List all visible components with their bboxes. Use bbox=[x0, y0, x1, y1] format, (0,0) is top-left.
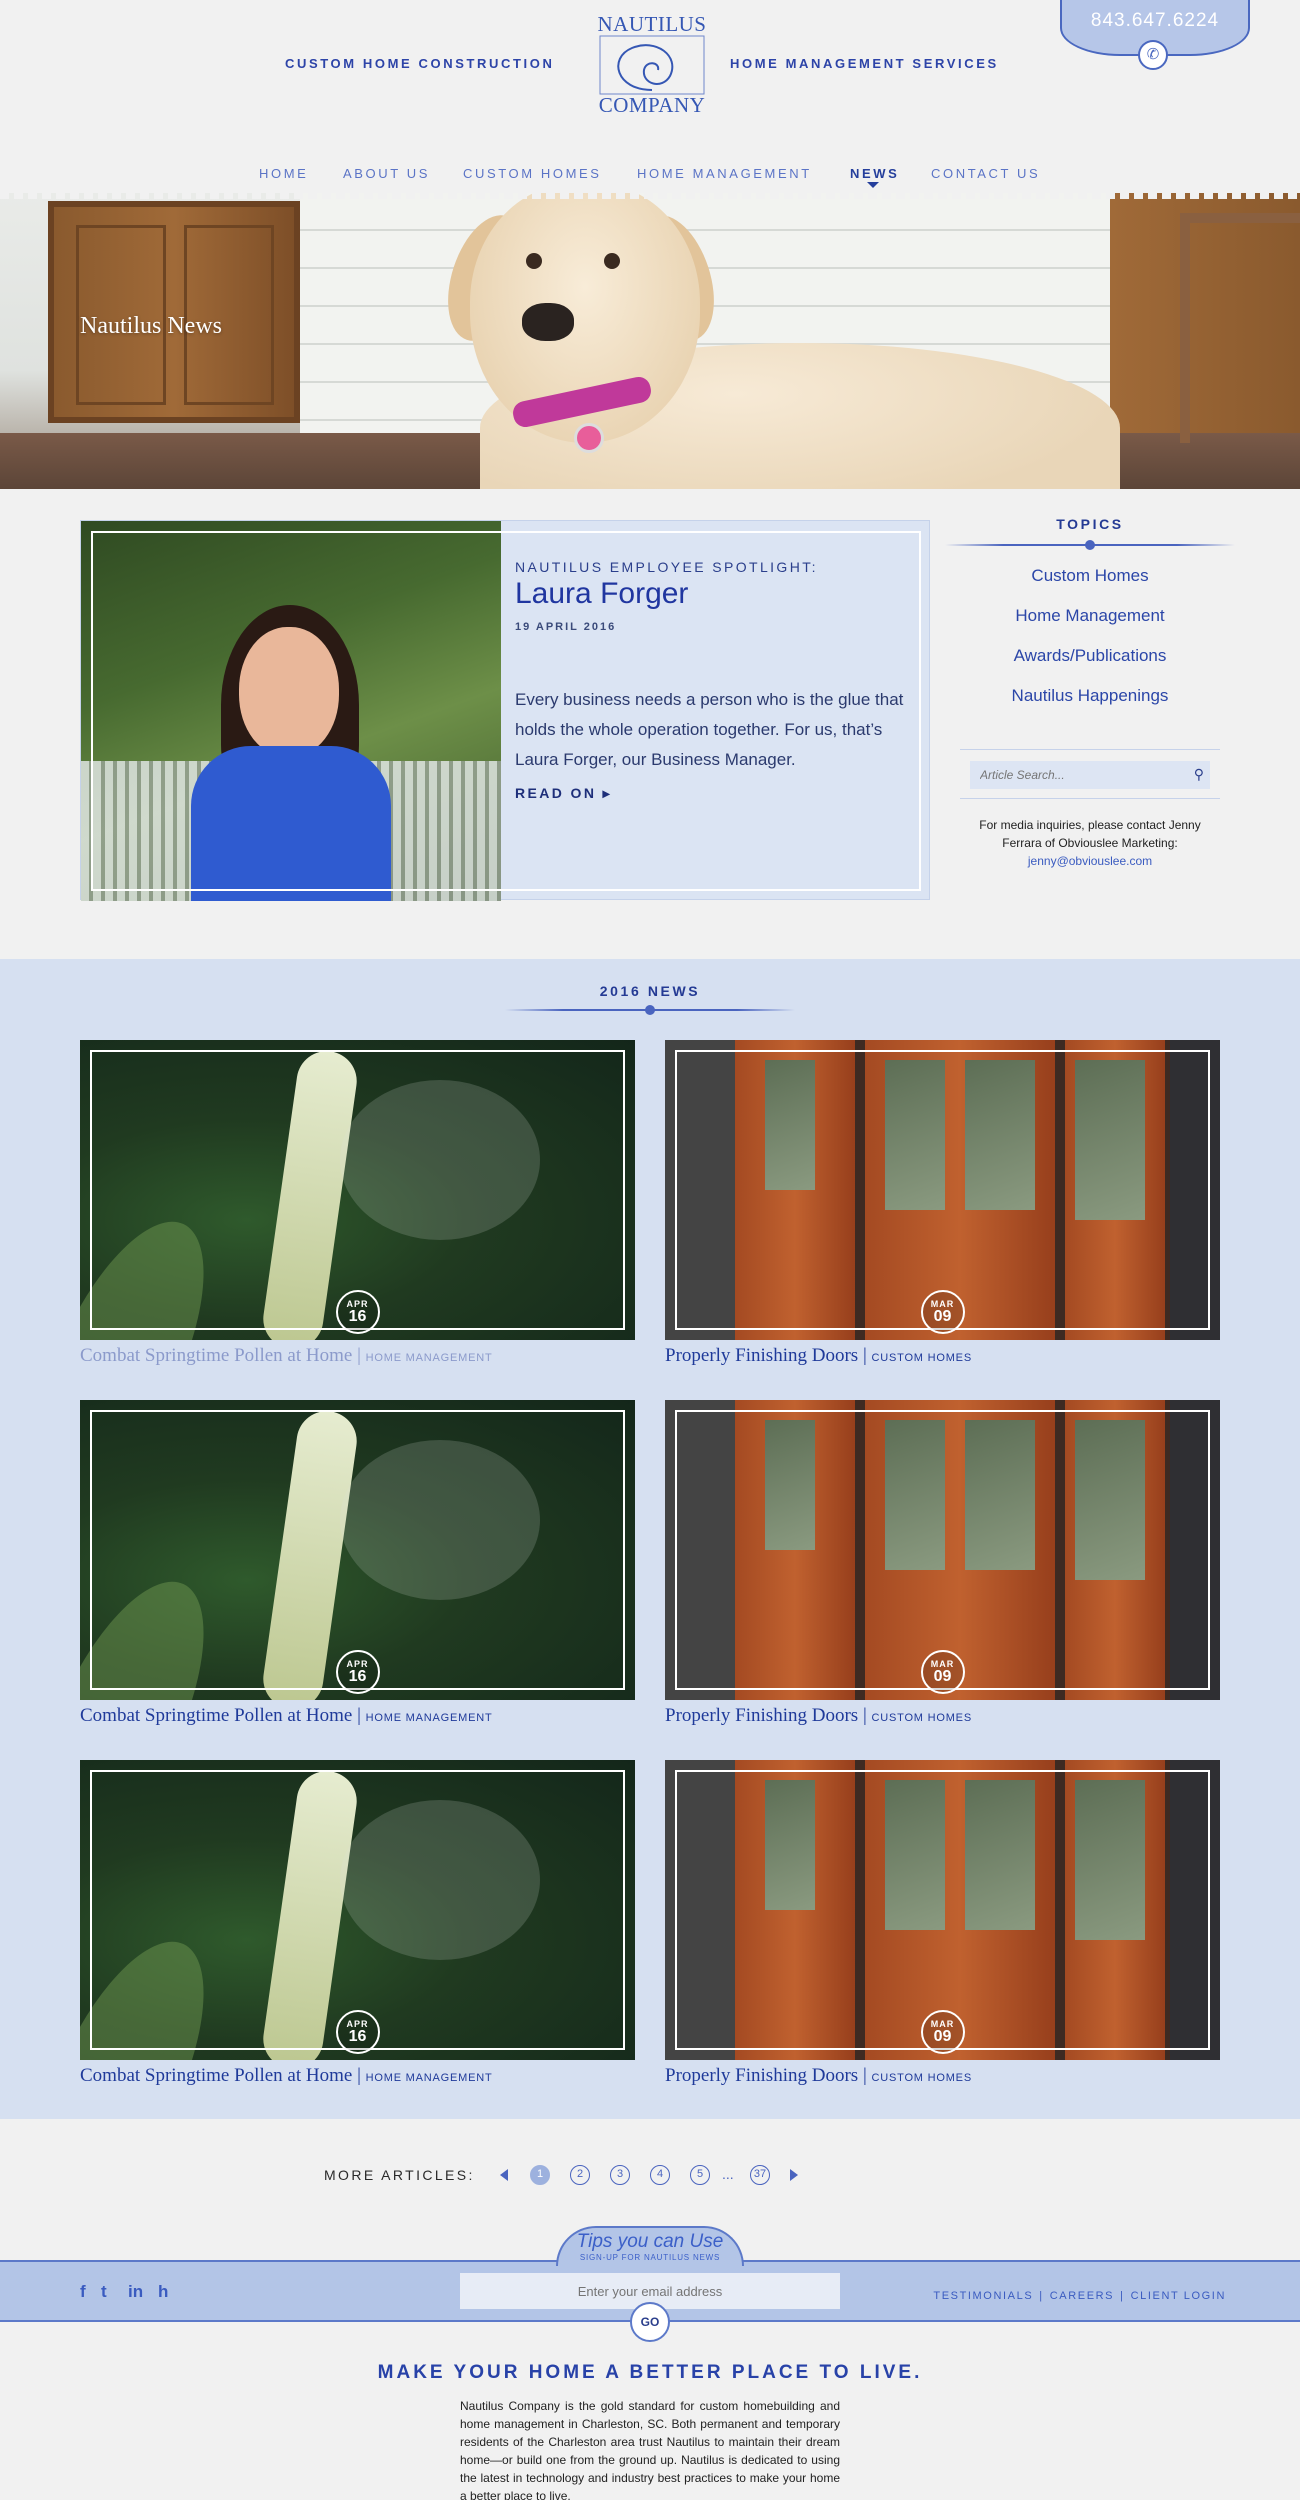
page-1[interactable]: 1 bbox=[530, 2165, 550, 2185]
page-title: Nautilus News bbox=[80, 313, 222, 339]
nav-item-home-management[interactable]: HOME MANAGEMENT bbox=[637, 166, 812, 181]
nautilus-logo[interactable]: NAUTILUS COMPANY bbox=[596, 12, 708, 118]
topics-divider bbox=[945, 540, 1235, 550]
article-caption[interactable]: Combat Springtime Pollen at Home | HOME … bbox=[80, 1345, 493, 1367]
article-caption[interactable]: Properly Finishing Doors | CUSTOM HOMES bbox=[665, 1345, 972, 1367]
article-title[interactable]: Properly Finishing Doors bbox=[665, 1345, 858, 1366]
news-heading: 2016 NEWS bbox=[599, 983, 701, 999]
media-contact-email[interactable]: jenny@obviouslee.com bbox=[960, 852, 1220, 870]
article-caption[interactable]: Properly Finishing Doors | CUSTOM HOMES bbox=[665, 1705, 972, 1727]
article-caption[interactable]: Combat Springtime Pollen at Home | HOME … bbox=[80, 1705, 493, 1727]
hero-chair bbox=[1180, 213, 1300, 443]
search-icon[interactable]: ⚲ bbox=[1194, 766, 1204, 783]
date-badge: APR 16 bbox=[335, 1650, 380, 1694]
page-3[interactable]: 3 bbox=[610, 2165, 630, 2185]
linkedin-icon[interactable]: in bbox=[128, 2282, 143, 2302]
article-category[interactable]: CUSTOM HOMES bbox=[872, 2072, 972, 2084]
newsletter-go-button[interactable]: GO bbox=[630, 2302, 670, 2342]
news-divider bbox=[505, 1005, 795, 1015]
featured-article[interactable]: NAUTILUS EMPLOYEE SPOTLIGHT: Laura Forge… bbox=[80, 520, 930, 901]
header-tagline-left: CUSTOM HOME CONSTRUCTION bbox=[285, 56, 555, 71]
hero-dog-tag bbox=[574, 423, 604, 453]
phone-icon[interactable]: ✆ bbox=[1138, 40, 1168, 70]
article-search-input[interactable] bbox=[970, 761, 1210, 789]
twitter-icon[interactable]: t bbox=[101, 2282, 107, 2302]
next-page-icon[interactable] bbox=[790, 2169, 798, 2181]
date-badge: APR 16 bbox=[335, 1290, 380, 1334]
footer-tagline: MAKE YOUR HOME A BETTER PLACE TO LIVE. bbox=[377, 2362, 923, 2383]
footer-links: TESTIMONIALS | CAREERS | CLIENT LOGIN bbox=[933, 2290, 1226, 2302]
article-title[interactable]: Combat Springtime Pollen at Home bbox=[80, 2065, 352, 2086]
media-contact: For media inquiries, please contact Jenn… bbox=[960, 816, 1220, 870]
header-tagline-right: HOME MANAGEMENT SERVICES bbox=[730, 56, 999, 71]
more-articles-label: MORE ARTICLES: bbox=[324, 2167, 475, 2183]
article-category[interactable]: CUSTOM HOMES bbox=[872, 1352, 972, 1364]
article-title[interactable]: Properly Finishing Doors bbox=[665, 1705, 858, 1726]
logo-bottom-text: COMPANY bbox=[598, 93, 706, 117]
topic-awards-publications[interactable]: Awards/Publications bbox=[940, 646, 1240, 666]
article-card-pollen[interactable]: APR 16 bbox=[80, 1040, 635, 1340]
date-badge: APR 16 bbox=[335, 2010, 380, 2054]
page-2[interactable]: 2 bbox=[570, 2165, 590, 2185]
houzz-icon[interactable]: h bbox=[158, 2282, 168, 2302]
footer-about-text: Nautilus Company is the gold standard fo… bbox=[460, 2399, 840, 2500]
nav-item-news[interactable]: NEWS bbox=[850, 166, 899, 181]
read-on-label: READ ON bbox=[515, 785, 597, 801]
article-category[interactable]: HOME MANAGEMENT bbox=[366, 1712, 493, 1724]
chevron-right-icon: ▸ bbox=[602, 785, 613, 801]
nav-item-contact-us[interactable]: CONTACT US bbox=[931, 166, 1040, 181]
article-caption[interactable]: Properly Finishing Doors | CUSTOM HOMES bbox=[665, 2065, 972, 2087]
topics-heading: TOPICS bbox=[1056, 516, 1124, 532]
hero-door-left bbox=[48, 201, 300, 423]
featured-excerpt: Every business needs a person who is the… bbox=[515, 690, 904, 769]
page-last[interactable]: 37 bbox=[750, 2165, 770, 2185]
main-nav: HOME ABOUT US CUSTOM HOMES HOME MANAGEME… bbox=[0, 166, 1300, 186]
date-badge: MAR 09 bbox=[920, 1290, 965, 1334]
nav-item-home[interactable]: HOME bbox=[259, 166, 308, 181]
newsletter-title: Tips you can Use bbox=[576, 2231, 724, 2252]
article-card-doors[interactable]: MAR 09 bbox=[665, 1760, 1220, 2060]
featured-title[interactable]: Laura Forger bbox=[515, 577, 688, 611]
date-badge: MAR 09 bbox=[920, 1650, 965, 1694]
nav-item-about-us[interactable]: ABOUT US bbox=[343, 166, 430, 181]
newsletter-subtitle: SIGN-UP FOR NAUTILUS NEWS bbox=[579, 2253, 721, 2262]
article-card-doors[interactable]: MAR 09 bbox=[665, 1040, 1220, 1340]
footer-link-client-login[interactable]: CLIENT LOGIN bbox=[1131, 2290, 1226, 2302]
nav-active-indicator bbox=[867, 182, 879, 188]
article-card-pollen[interactable]: APR 16 bbox=[80, 1400, 635, 1700]
footer-link-testimonials[interactable]: TESTIMONIALS bbox=[933, 2290, 1033, 2302]
featured-kicker: NAUTILUS EMPLOYEE SPOTLIGHT: bbox=[515, 559, 818, 575]
read-on-link[interactable]: READ ON ▸ bbox=[515, 785, 612, 802]
nav-item-custom-homes[interactable]: CUSTOM HOMES bbox=[463, 166, 602, 181]
topic-custom-homes[interactable]: Custom Homes bbox=[940, 566, 1240, 586]
article-category[interactable]: CUSTOM HOMES bbox=[872, 1712, 972, 1724]
article-title[interactable]: Combat Springtime Pollen at Home bbox=[80, 1345, 352, 1366]
article-search: ⚲ bbox=[960, 749, 1220, 799]
page-4[interactable]: 4 bbox=[650, 2165, 670, 2185]
page-ellipsis: ... bbox=[722, 2166, 734, 2182]
newsletter-tab: Tips you can Use SIGN-UP FOR NAUTILUS NE… bbox=[556, 2226, 744, 2266]
article-category[interactable]: HOME MANAGEMENT bbox=[366, 2072, 493, 2084]
date-badge: MAR 09 bbox=[920, 2010, 965, 2054]
article-title[interactable]: Properly Finishing Doors bbox=[665, 2065, 858, 2086]
hero-dog-nose bbox=[522, 303, 574, 341]
footer-link-careers[interactable]: CAREERS bbox=[1050, 2290, 1114, 2302]
article-caption[interactable]: Combat Springtime Pollen at Home | HOME … bbox=[80, 2065, 493, 2087]
hero-banner: Nautilus News bbox=[0, 193, 1300, 489]
page-5[interactable]: 5 bbox=[690, 2165, 710, 2185]
pagination: MORE ARTICLES: 1 2 3 4 5 ... 37 bbox=[0, 2165, 1300, 2185]
featured-date: 19 APRIL 2016 bbox=[515, 621, 617, 633]
facebook-icon[interactable]: f bbox=[80, 2282, 86, 2302]
topic-nautilus-happenings[interactable]: Nautilus Happenings bbox=[940, 686, 1240, 706]
topic-home-management[interactable]: Home Management bbox=[940, 606, 1240, 626]
article-card-pollen[interactable]: APR 16 bbox=[80, 1760, 635, 2060]
media-contact-text: For media inquiries, please contact Jenn… bbox=[979, 818, 1201, 850]
article-card-doors[interactable]: MAR 09 bbox=[665, 1400, 1220, 1700]
article-category[interactable]: HOME MANAGEMENT bbox=[366, 1352, 493, 1364]
prev-page-icon[interactable] bbox=[500, 2169, 508, 2181]
nautilus-shell-icon bbox=[599, 35, 705, 95]
article-title[interactable]: Combat Springtime Pollen at Home bbox=[80, 1705, 352, 1726]
